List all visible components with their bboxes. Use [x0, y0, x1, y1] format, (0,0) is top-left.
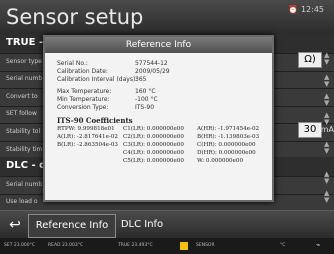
- coefficient-value: W: 0.000000e00: [197, 158, 244, 164]
- value-box-ohm[interactable]: Ω): [298, 52, 322, 68]
- header-bar: Sensor setup ⏰ 12:45: [0, 0, 334, 34]
- info-key: Serial No.:: [57, 60, 88, 67]
- coefficients-heading: ITS-90 Coefficients: [57, 116, 133, 125]
- footer-bar: ↩ Reference Info DLC Info: [0, 210, 334, 239]
- coefficient-value: C2(LR): 0.000000e00: [123, 134, 184, 140]
- info-key: Min Temperature:: [57, 96, 110, 103]
- coefficient-row: RTPW: 9.999818e01 C1(LR): 0.000000e00 A(HR…: [57, 126, 262, 134]
- info-key: Calibration Date:: [57, 68, 108, 75]
- info-value: -100 °C: [135, 96, 158, 103]
- info-row: Serial No.: 577544-12: [57, 60, 262, 68]
- coefficient-value: A(LR): -2.817641e-02: [57, 134, 118, 140]
- coefficient-value: RTPW: 9.999818e01: [57, 126, 115, 132]
- plug-icon: ⌁: [316, 241, 321, 249]
- setting-label: Stability tol: [6, 128, 41, 135]
- info-value: 365: [135, 76, 147, 83]
- setting-label: SET follow: [6, 110, 37, 118]
- spinner-arrows-icon[interactable]: ▲ ▼: [324, 52, 332, 66]
- setting-label: Convert to: [6, 92, 38, 100]
- spinner-arrows-icon[interactable]: ▲ ▼: [324, 190, 332, 204]
- info-row: Conversion Type: ITS-90: [57, 104, 262, 112]
- info-value: 160 °C: [135, 88, 156, 95]
- status-read: READ 23.003°C: [48, 243, 84, 248]
- info-key: Max Temperature:: [57, 88, 112, 95]
- status-set: SET 23.000°C: [4, 243, 36, 248]
- clock: ⏰ 12:45: [288, 5, 324, 14]
- coefficient-value: C1(LR): 0.000000e00: [123, 126, 184, 132]
- setting-label: Serial numb: [6, 75, 43, 83]
- status-true: TRUE 23.493°C: [118, 243, 153, 248]
- spinner-arrows-icon[interactable]: ▲ ▼: [324, 112, 332, 126]
- status-bar: SET 23.000°C READ 23.003°C TRUE 23.493°C…: [0, 238, 334, 254]
- coefficient-row: A(LR): -2.817641e-02 C2(LR): 0.000000e00 B…: [57, 134, 262, 142]
- tab-reference-info[interactable]: Reference Info: [28, 214, 116, 238]
- setting-label: Serial numb: [6, 180, 43, 188]
- info-row: Calibration Date: 2009/05/29: [57, 68, 262, 76]
- coefficient-row: C5(LR): 0.000000e00 W: 0.000000e00: [57, 158, 262, 166]
- spinner-arrows-icon[interactable]: ▲ ▼: [324, 141, 332, 155]
- unit-label: mA: [320, 125, 334, 134]
- coefficient-value: D(HR): 0.000000e00: [197, 150, 256, 156]
- info-row: Min Temperature: -100 °C: [57, 96, 262, 104]
- page-title: Sensor setup: [6, 5, 144, 29]
- reference-info-dialog: Reference Info Serial No.: 577544-12 Calib…: [43, 35, 274, 202]
- info-key: Conversion Type:: [57, 104, 109, 111]
- status-indicator: [180, 242, 188, 250]
- dialog-title: Reference Info: [45, 37, 272, 53]
- back-icon[interactable]: ↩: [6, 216, 24, 234]
- coefficient-value: C(HR): 0.000000e00: [197, 142, 256, 148]
- coefficient-value: B(LR): -2.863504e-03: [57, 142, 118, 148]
- coefficient-row: B(LR): -2.863504e-03 C3(LR): 0.000000e00 C…: [57, 142, 262, 150]
- setting-label: Use load o: [6, 198, 38, 206]
- info-value: 2009/05/29: [135, 68, 170, 75]
- coefficient-value: B(HR): -1.139803e-03: [197, 134, 260, 140]
- coefficient-row: C4(LR): 0.000000e00 D(HR): 0.000000e00: [57, 150, 262, 158]
- setting-label: Stability tim: [6, 145, 43, 153]
- spinner-arrows-icon[interactable]: ▲ ▼: [324, 74, 332, 88]
- info-row: Max Temperature: 160 °C: [57, 88, 262, 96]
- info-value: 577544-12: [135, 60, 168, 67]
- status-unit: °C: [280, 243, 286, 248]
- coefficient-value: C3(LR): 0.000000e00: [123, 142, 184, 148]
- status-sensor: SENSOR: [196, 243, 215, 248]
- spinner-arrows-icon[interactable]: ▲ ▼: [324, 171, 332, 185]
- info-row: Calibration Interval (days): 365: [57, 76, 262, 84]
- value-box-current[interactable]: 30: [298, 122, 322, 138]
- coefficient-value: A(HR): -1.971454e-02: [197, 126, 260, 132]
- screen: Sensor setup ⏰ 12:45 TRUE - n Sensor type…: [0, 0, 334, 254]
- spinner-arrows-icon[interactable]: ▲ ▼: [324, 93, 332, 107]
- info-value: ITS-90: [135, 104, 155, 111]
- coefficient-value: C4(LR): 0.000000e00: [123, 150, 184, 156]
- info-key: Calibration Interval (days):: [57, 76, 138, 83]
- coefficient-value: C5(LR): 0.000000e00: [123, 158, 184, 164]
- tab-dlc-info[interactable]: DLC Info: [118, 214, 166, 236]
- reference-info-content: Serial No.: 577544-12 Calibration Date: 200…: [57, 60, 262, 166]
- setting-label: Sensor type: [6, 57, 42, 65]
- settings-values-background: Ω) ▲ ▼ ▲ ▼ ▲ ▼ ▲ ▼ 30 mA ▲ ▼ ▲ ▼ ▲ ▼: [294, 34, 334, 210]
